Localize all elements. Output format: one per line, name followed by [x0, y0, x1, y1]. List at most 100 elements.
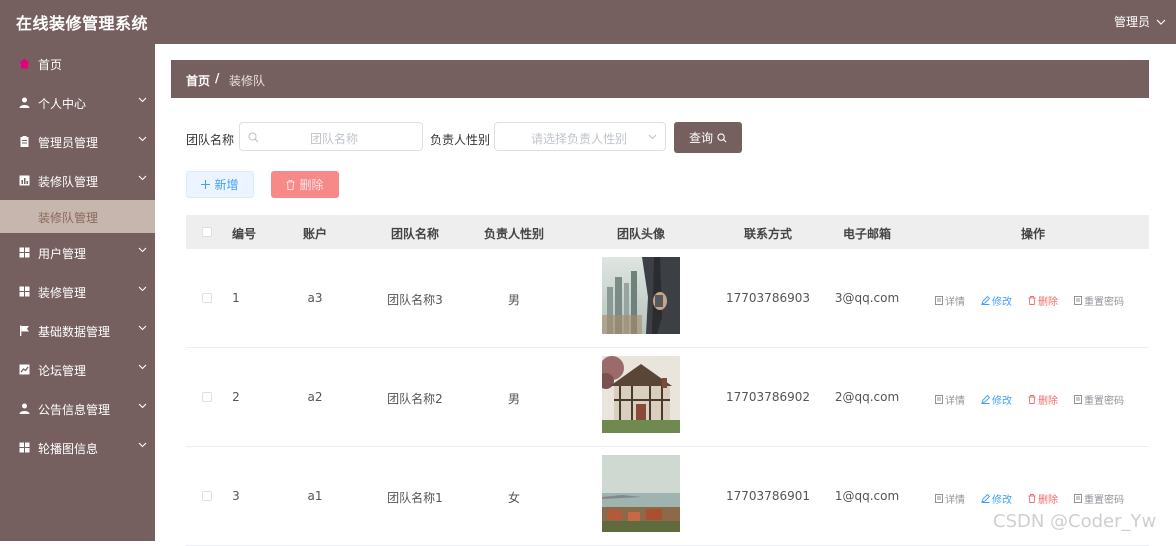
city-skyline-photo[interactable]	[602, 257, 680, 334]
sidebar-item-profile[interactable]: 个人中心	[0, 83, 155, 122]
sidebar-subitem-label: 装修队管理	[38, 211, 99, 225]
cell-email: 2@qq.com	[834, 390, 900, 404]
delete-row-button[interactable]: 删除	[1028, 392, 1058, 407]
gender-placeholder: 请选择负责人性别	[531, 132, 628, 146]
sidebar-item-label: 装修管理	[38, 286, 87, 300]
detail-label: 详情	[945, 297, 965, 308]
table-row: 2 a2 团队名称2 男 17703786902 2@qq.com 详情 修改 …	[186, 348, 1149, 447]
cell-id: 2	[232, 390, 240, 404]
sidebar: 首页 个人中心 管理员管理 装修队管理 装修队管理 用户管理 装修管理 基础数据…	[0, 44, 155, 541]
column-header-id: 编号	[231, 227, 257, 241]
edit-label: 修改	[992, 396, 1012, 407]
edit-label: 修改	[992, 297, 1012, 308]
team-name-placeholder: 团队名称	[310, 132, 359, 146]
column-header-account: 账户	[302, 227, 328, 241]
cell-email: 3@qq.com	[834, 291, 900, 305]
search-icon	[248, 132, 259, 143]
main-content: 首页 / 装修队 团队名称 团队名称 负责人性别 请选择负责人性别 查询 新增 …	[155, 44, 1176, 546]
gender-select[interactable]: 请选择负责人性别	[494, 122, 666, 151]
delete-row-button[interactable]: 删除	[1028, 293, 1058, 308]
chevron-down-icon	[138, 247, 147, 253]
edit-button[interactable]: 修改	[981, 293, 1012, 308]
delete-row-button[interactable]: 删除	[1028, 491, 1058, 506]
sidebar-item-team[interactable]: 装修队管理	[0, 161, 155, 200]
delete-button-label: 删除	[299, 178, 324, 192]
edit-label: 修改	[992, 495, 1012, 506]
sidebar-item-users[interactable]: 用户管理	[0, 233, 155, 272]
user-menu-label: 管理员	[1113, 15, 1150, 29]
reset-password-button[interactable]: 重置密码	[1074, 392, 1124, 407]
team-name-label: 团队名称	[186, 133, 235, 147]
row-checkbox[interactable]	[202, 293, 212, 303]
cell-id: 3	[232, 489, 240, 503]
chevron-down-icon	[138, 442, 147, 448]
seaside-town-photo[interactable]	[602, 455, 680, 532]
breadcrumb-home[interactable]: 首页	[186, 72, 210, 89]
sidebar-item-notice[interactable]: 公告信息管理	[0, 389, 155, 428]
query-button[interactable]: 查询	[674, 122, 742, 153]
sidebar-item-renovation[interactable]: 装修管理	[0, 272, 155, 311]
cell-gender: 男	[507, 293, 521, 307]
reset-password-button[interactable]: 重置密码	[1074, 293, 1124, 308]
trend-icon	[19, 364, 30, 375]
grid-icon	[19, 442, 30, 453]
cell-team: 团队名称3	[387, 293, 443, 307]
user-icon	[19, 403, 30, 414]
detail-button[interactable]: 详情	[935, 491, 965, 506]
column-header-gender: 负责人性别	[483, 227, 545, 241]
sidebar-item-label: 个人中心	[38, 97, 87, 111]
chevron-down-icon	[138, 97, 147, 103]
sidebar-item-admin[interactable]: 管理员管理	[0, 122, 155, 161]
cell-phone: 17703786903	[726, 291, 810, 305]
sidebar-item-forum[interactable]: 论坛管理	[0, 350, 155, 389]
reset-password-label: 重置密码	[1084, 297, 1124, 308]
sidebar-item-label: 论坛管理	[38, 364, 87, 378]
app-title: 在线装修管理系统	[16, 14, 149, 33]
top-bar: 在线装修管理系统 管理员	[0, 0, 1176, 44]
query-button-label: 查询	[688, 131, 713, 145]
edit-button[interactable]: 修改	[981, 491, 1012, 506]
table-row: 1 a3 团队名称3 男 17703786903 3@qq.com 详情 修改	[186, 249, 1149, 348]
user-menu[interactable]: 管理员	[1114, 13, 1166, 30]
reset-password-button[interactable]: 重置密码	[1074, 491, 1124, 506]
watermark: CSDN @Coder_Yw	[993, 511, 1157, 532]
plus-icon	[201, 180, 211, 189]
chevron-down-icon	[138, 286, 147, 292]
row-actions: 详情 修改 删除 重置密码	[935, 392, 1140, 407]
flag-icon	[19, 325, 30, 336]
search-icon	[717, 132, 727, 142]
sidebar-item-home[interactable]: 首页	[0, 44, 155, 83]
document-icon	[935, 494, 943, 503]
sidebar-item-label: 基础数据管理	[38, 325, 111, 339]
select-all-checkbox[interactable]	[202, 227, 212, 237]
chevron-down-icon	[1156, 19, 1166, 25]
sidebar-item-carousel[interactable]: 轮播图信息	[0, 428, 155, 467]
row-checkbox[interactable]	[202, 392, 212, 402]
add-button[interactable]: 新增	[186, 171, 254, 198]
edit-button[interactable]: 修改	[981, 392, 1012, 407]
delete-button[interactable]: 删除	[271, 171, 339, 198]
cell-account: a1	[307, 489, 323, 503]
sidebar-subitem-team-management[interactable]: 装修队管理	[0, 200, 155, 233]
sidebar-item-label: 轮播图信息	[38, 442, 99, 456]
team-name-input[interactable]: 团队名称	[239, 122, 423, 151]
row-actions: 详情 修改 删除 重置密码	[935, 491, 1140, 506]
sidebar-item-label: 公告信息管理	[38, 403, 111, 417]
clipboard-icon	[19, 136, 30, 147]
home-icon	[19, 58, 30, 69]
grid-icon	[19, 286, 30, 297]
row-checkbox[interactable]	[202, 491, 212, 501]
chevron-down-icon	[648, 134, 657, 140]
trash-icon	[1028, 296, 1036, 305]
chevron-down-icon	[138, 325, 147, 331]
column-header-avatar: 团队头像	[616, 227, 666, 241]
tudor-house-photo[interactable]	[602, 356, 680, 433]
sidebar-item-basic-data[interactable]: 基础数据管理	[0, 311, 155, 350]
breadcrumb: 首页 / 装修队	[171, 60, 1149, 98]
edit-icon	[981, 494, 990, 503]
detail-button[interactable]: 详情	[935, 293, 965, 308]
detail-button[interactable]: 详情	[935, 392, 965, 407]
chevron-down-icon	[138, 136, 147, 142]
add-button-label: 新增	[214, 178, 239, 192]
detail-label: 详情	[945, 396, 965, 407]
